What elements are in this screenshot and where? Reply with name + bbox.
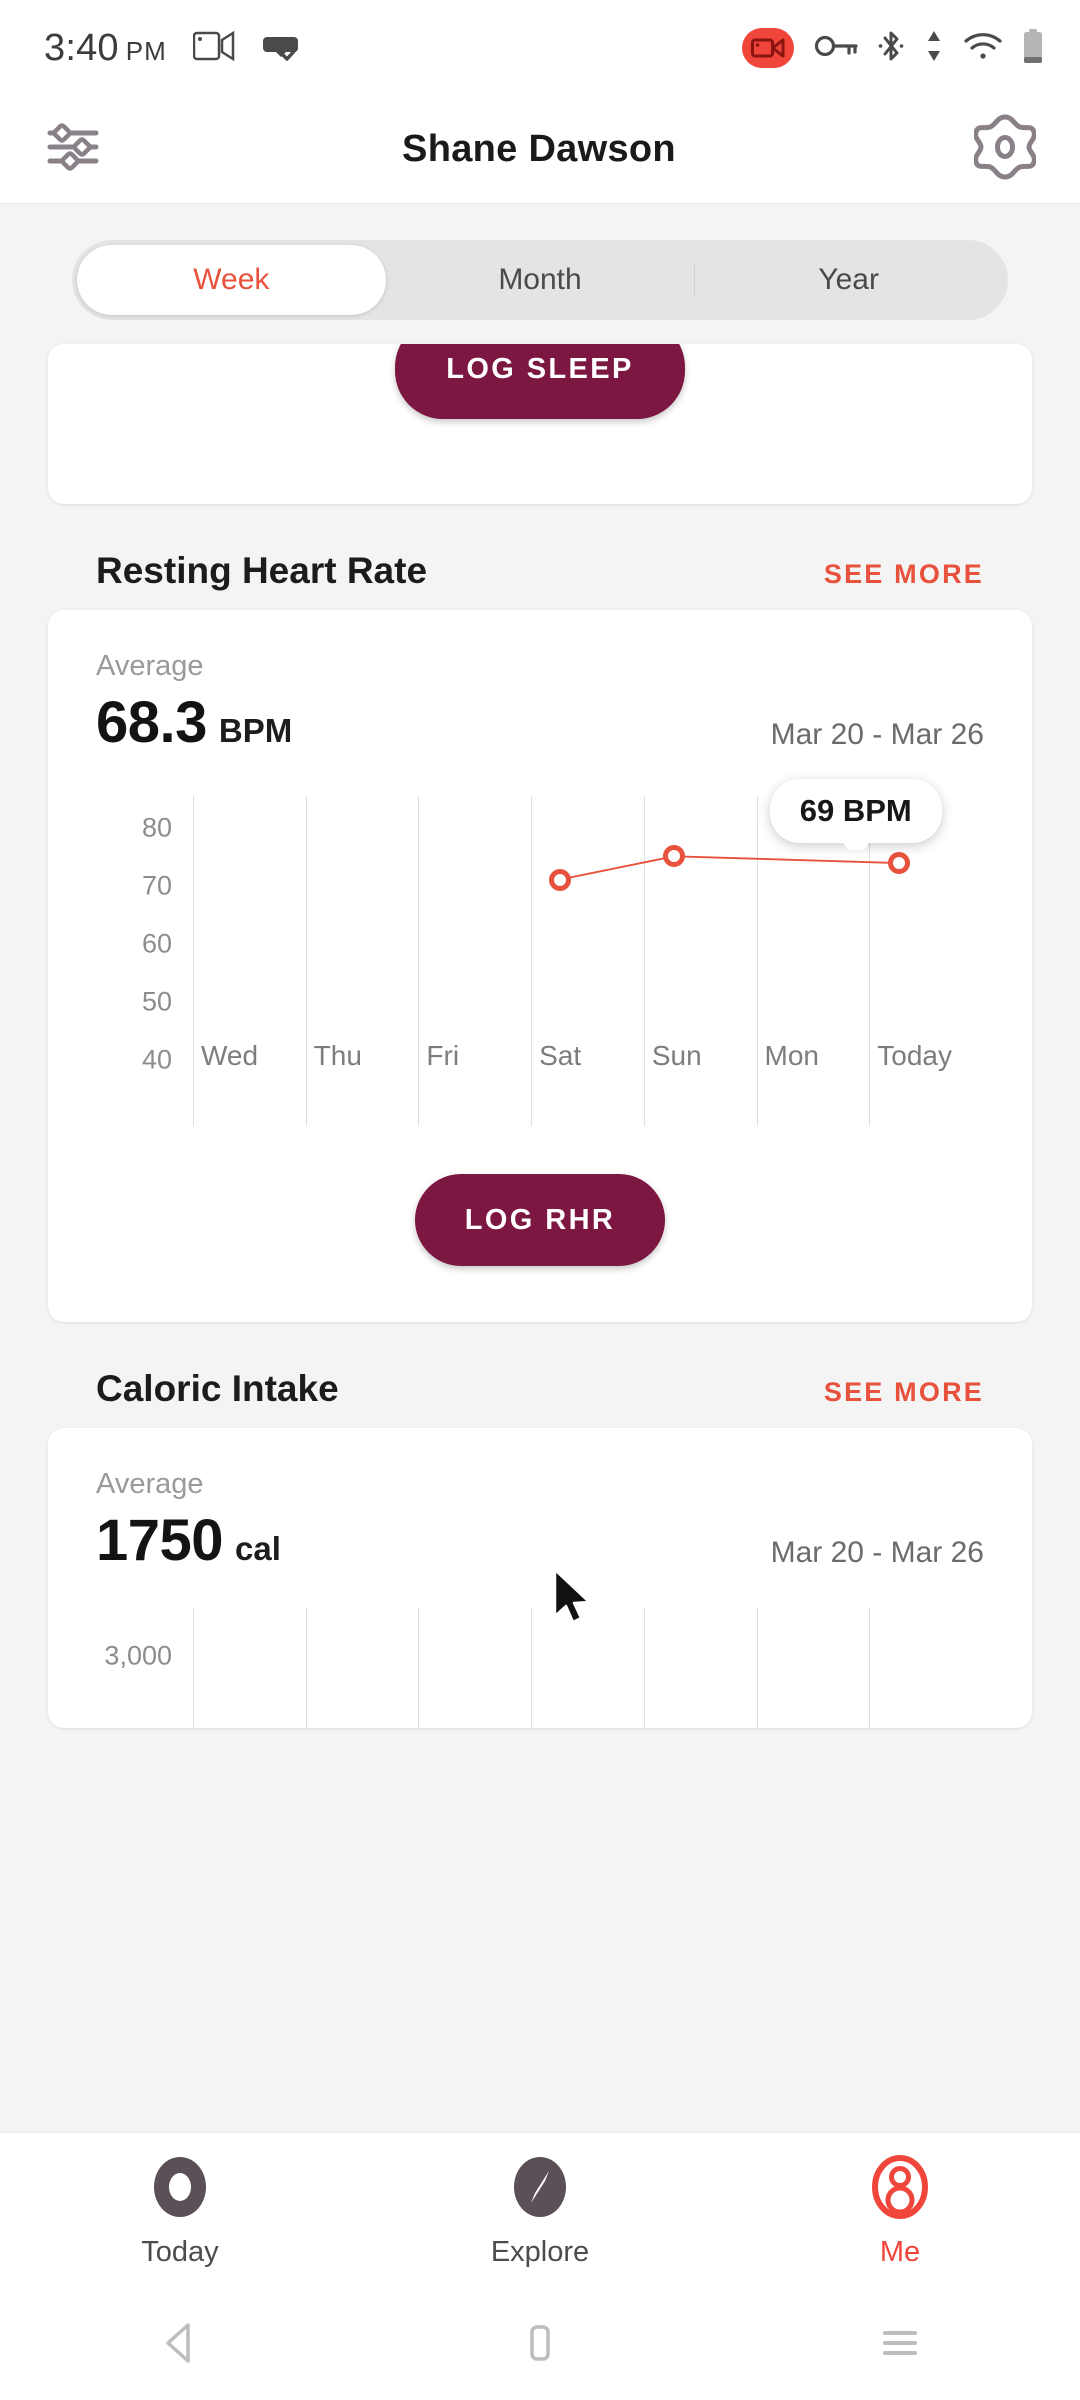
gridline — [418, 1608, 420, 1728]
mouse-cursor — [552, 1568, 600, 1635]
rhr-tooltip: 69 BPM — [769, 778, 942, 843]
sliders-icon[interactable] — [44, 119, 104, 180]
rhr-point-sun[interactable] — [663, 845, 686, 868]
rhr-average-label: Average — [96, 650, 204, 682]
nav-label-explore: Explore — [490, 2235, 590, 2268]
gear-icon[interactable] — [973, 114, 1037, 185]
see-more-link-rhr[interactable]: SEE MORE — [824, 559, 984, 590]
nav-item-today[interactable]: Today — [0, 2155, 360, 2269]
caloric-date-range: Mar 20 - Mar 26 — [770, 1536, 984, 1569]
rhr-average-value: 68.3 — [96, 690, 207, 755]
gridline — [193, 1608, 194, 1728]
android-recents-button[interactable] — [720, 2321, 1080, 2370]
gridline — [643, 1608, 645, 1728]
vpn-key-icon — [814, 33, 858, 64]
rhr-date-range: Mar 20 - Mar 26 — [770, 718, 984, 751]
home-square-icon — [522, 2321, 558, 2370]
rhr-ytick-50: 50 — [141, 986, 172, 1017]
resting-heart-rate-section-header: Resting Heart Rate SEE MORE — [96, 550, 984, 592]
tab-month[interactable]: Month — [386, 245, 695, 315]
app-header: Shane Dawson — [0, 96, 1080, 204]
rhr-ytick-80: 80 — [141, 812, 172, 843]
rhr-average-unit: BPM — [218, 712, 293, 749]
data-transfer-icon — [924, 29, 944, 68]
nav-label-today: Today — [141, 2235, 219, 2268]
rhr-line-chart[interactable]: 80 70 60 50 40 Wed Thu Fri Sat Sun Mon T… — [88, 778, 992, 1126]
caloric-metric-top: Average 1750 cal Mar 20 - Mar 26 — [48, 1428, 1032, 1574]
cast-screen-icon — [192, 30, 235, 67]
caloric-bar-chart[interactable]: 3,000 — [88, 1608, 992, 1728]
section-title: Caloric Intake — [96, 1368, 339, 1409]
back-triangle-icon — [160, 2321, 200, 2370]
wifi-icon — [964, 31, 1002, 66]
rhr-ytick-40: 40 — [141, 1044, 172, 1075]
gridline — [531, 1608, 533, 1728]
bluetooth-icon — [878, 29, 904, 68]
gridline — [305, 1608, 307, 1728]
scroll-content[interactable]: Week Month Year LOG SLEEP Resting Heart … — [0, 204, 1080, 2182]
rhr-point-today[interactable] — [888, 852, 911, 875]
rhr-plot-area: Wed Thu Fri Sat Sun Mon Today 69 BPM — [193, 778, 982, 1126]
range-segment-control[interactable]: Week Month Year — [72, 240, 1008, 320]
donut-circle-icon — [151, 2155, 209, 2224]
log-rhr-button-wrap: LOG RHR — [48, 1126, 1032, 1322]
rhr-ytick-70: 70 — [141, 870, 172, 901]
android-home-button[interactable] — [360, 2321, 720, 2370]
nav-item-explore[interactable]: Explore — [360, 2155, 720, 2269]
caloric-intake-section-header: Caloric Intake SEE MORE — [96, 1368, 984, 1410]
see-more-link-caloric[interactable]: SEE MORE — [824, 1377, 984, 1408]
gridline — [869, 1608, 871, 1728]
nav-label-me: Me — [879, 2235, 921, 2268]
page-title: Shane Dawson — [402, 128, 676, 170]
status-bar-left: 3:40 PM — [44, 27, 742, 70]
gridline — [756, 1608, 758, 1728]
caloric-intake-card: Average 1750 cal Mar 20 - Mar 26 3,000 — [48, 1428, 1032, 1728]
person-icon — [871, 2154, 929, 2224]
rhr-point-sat[interactable] — [548, 868, 571, 891]
caloric-average-unit: cal — [235, 1530, 281, 1567]
caloric-average-label: Average — [96, 1468, 204, 1500]
status-bar-clock: 3:40 PM — [44, 26, 167, 69]
battery-icon — [1022, 28, 1044, 69]
android-back-button[interactable] — [0, 2321, 360, 2370]
compass-icon — [511, 2155, 569, 2224]
screen-record-icon — [742, 28, 794, 68]
status-bar: 3:40 PM — [0, 0, 1080, 96]
tab-year[interactable]: Year — [694, 245, 1003, 315]
sleep-card: LOG SLEEP — [48, 344, 1032, 504]
range-segment-wrap: Week Month Year — [0, 204, 1080, 320]
resting-heart-rate-card: Average 68.3 BPM Mar 20 - Mar 26 80 70 6… — [48, 610, 1032, 1322]
tab-week[interactable]: Week — [77, 245, 386, 315]
rhr-ytick-60: 60 — [141, 928, 172, 959]
nav-item-me[interactable]: Me — [720, 2154, 1080, 2269]
bottom-navigation: Today Explore Me — [0, 2132, 1080, 2290]
log-sleep-button[interactable]: LOG SLEEP — [395, 344, 685, 419]
caloric-ytick-3000: 3,000 — [104, 1640, 172, 1671]
section-title: Resting Heart Rate — [96, 550, 428, 591]
status-bar-right — [742, 28, 1044, 69]
caloric-average-value: 1750 — [96, 1508, 224, 1573]
recents-lines-icon — [878, 2321, 922, 2370]
rhr-metric-top: Average 68.3 BPM Mar 20 - Mar 26 — [48, 610, 1032, 756]
log-rhr-button[interactable]: LOG RHR — [415, 1174, 665, 1266]
vr-headset-check-icon — [261, 29, 301, 68]
android-navigation-bar — [0, 2290, 1080, 2400]
